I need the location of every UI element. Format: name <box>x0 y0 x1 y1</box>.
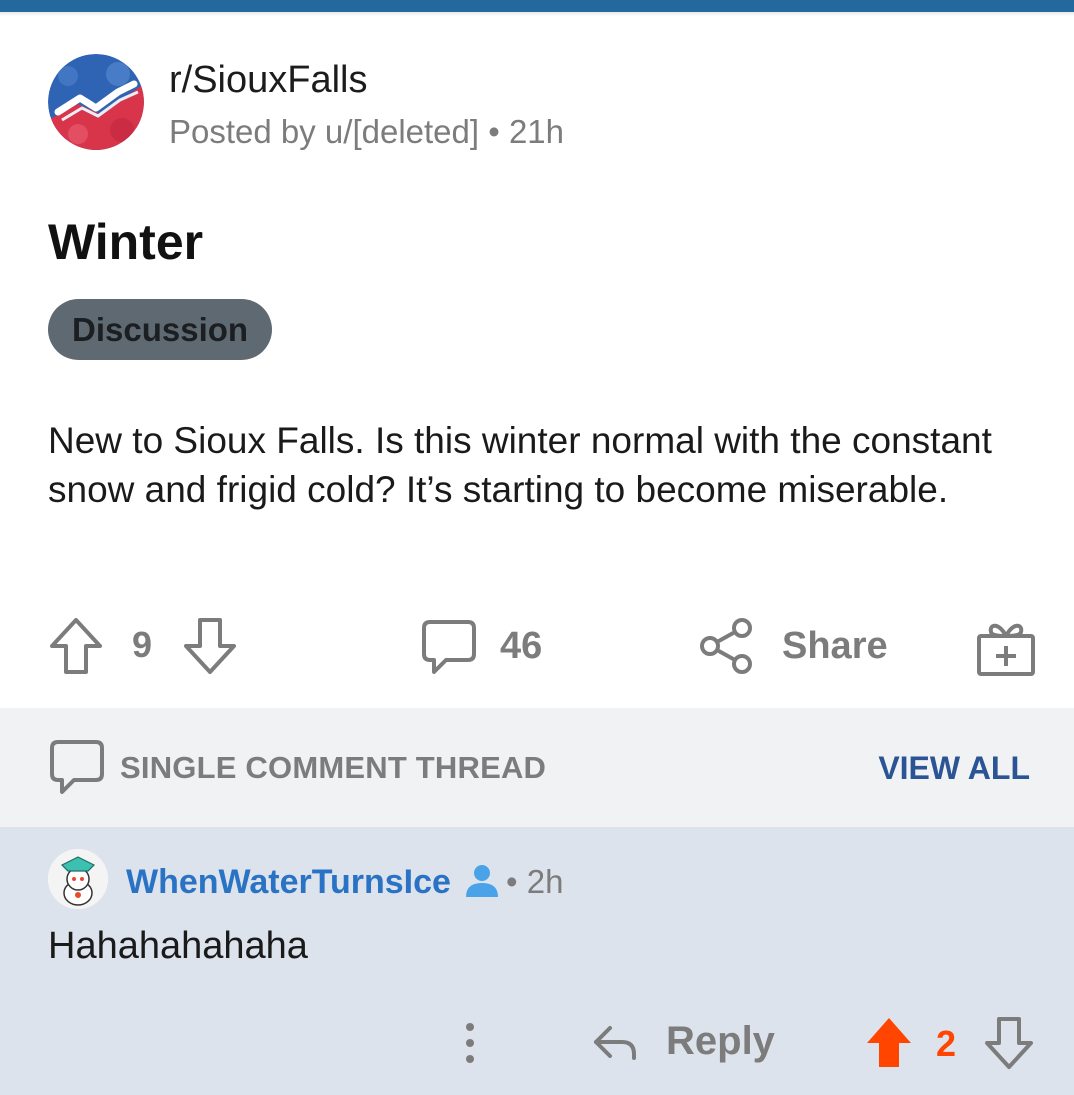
comment-text: Hahahahahaha <box>48 925 308 967</box>
person-icon <box>462 861 502 906</box>
comment-score: 2 <box>936 1023 957 1064</box>
post-score: 9 <box>132 624 153 665</box>
speech-bubble-icon <box>50 740 104 794</box>
subreddit-name[interactable]: r/SiouxFalls <box>169 58 564 102</box>
single-comment-thread-bar: SINGLE COMMENT THREAD VIEW ALL <box>0 708 1074 827</box>
gift-box-icon <box>977 623 1035 676</box>
post-body: New to Sioux Falls. Is this winter norma… <box>48 420 992 510</box>
reply-button[interactable]: Reply <box>592 1019 775 1064</box>
subreddit-avatar[interactable] <box>48 54 144 150</box>
comment-time: • 2h <box>506 863 564 900</box>
reply-arrow-icon <box>594 1025 636 1060</box>
downvote-button[interactable] <box>182 616 238 676</box>
comment-downvote-button[interactable] <box>984 1015 1034 1076</box>
arrow-up-filled-icon <box>867 1018 911 1067</box>
award-button[interactable] <box>975 618 1037 678</box>
arrow-up-outline-icon <box>50 618 102 674</box>
thread-icon <box>48 738 106 803</box>
vertical-dots-icon <box>466 1023 474 1063</box>
arrow-down-outline-icon <box>184 618 236 674</box>
top-bar-shadow <box>0 12 1074 16</box>
reply-label: Reply <box>666 1019 775 1063</box>
top-accent-bar <box>0 0 1074 12</box>
comment-count: 46 <box>500 624 543 667</box>
commenter-avatar[interactable] <box>48 849 108 909</box>
posted-by-line: Posted by u/[deleted] • 21h <box>169 113 565 150</box>
post-action-bar: 9 46 Share <box>0 612 1074 686</box>
comment-item: WhenWaterTurnsIce • 2h Hahahahahaha Repl… <box>0 827 1074 1095</box>
arrow-down-outline-icon <box>985 1017 1033 1069</box>
speech-bubble-icon <box>422 620 476 674</box>
comment-upvote-button[interactable] <box>864 1015 914 1076</box>
more-options-button[interactable] <box>460 1019 480 1072</box>
post-title: Winter <box>48 214 204 270</box>
view-all-button[interactable]: VIEW ALL <box>878 750 1030 787</box>
comments-button[interactable]: 46 <box>420 616 542 676</box>
share-nodes-icon <box>700 618 752 674</box>
share-button[interactable]: Share <box>700 616 888 676</box>
post-header: r/SiouxFalls Posted by u/[deleted] • 21h <box>48 54 564 150</box>
comment-action-bar: Reply 2 <box>0 1011 1074 1075</box>
upvote-button[interactable] <box>48 616 104 676</box>
post-flair[interactable]: Discussion <box>48 299 273 360</box>
share-label: Share <box>782 624 888 667</box>
comment-author[interactable]: WhenWaterTurnsIce <box>126 863 451 902</box>
thread-label: SINGLE COMMENT THREAD <box>120 750 547 785</box>
